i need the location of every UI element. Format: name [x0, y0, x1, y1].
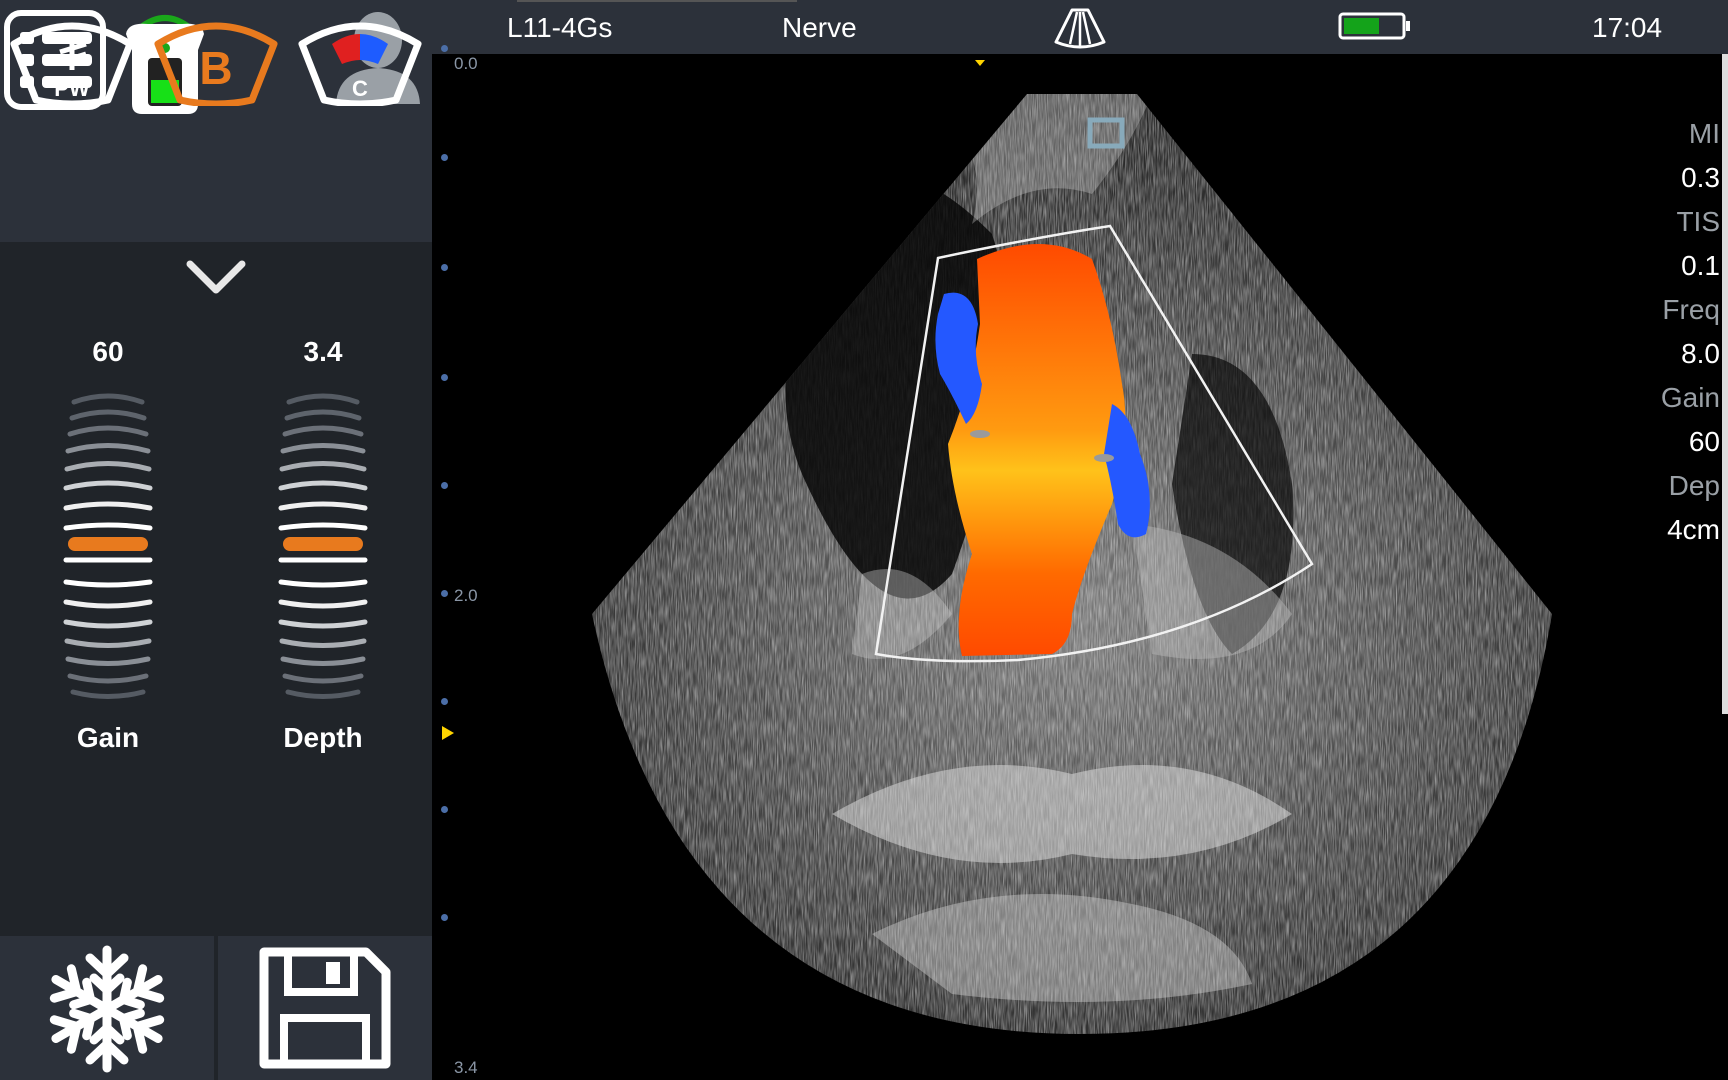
right-edge-scrollbar[interactable]	[1722, 54, 1728, 714]
b-mode-label: B	[199, 42, 232, 94]
status-bar-indicator	[517, 0, 797, 2]
top-status-bar: L11-4Gs Nerve 17:04	[432, 0, 1728, 54]
bottom-divider	[214, 936, 218, 1080]
param-value-tis: 0.1	[1681, 250, 1720, 281]
b-mode-button[interactable]: B	[154, 14, 278, 106]
battery-icon	[1338, 12, 1412, 40]
depth-tick	[441, 45, 448, 52]
depth-label: Depth	[283, 722, 363, 753]
depth-tick	[441, 698, 448, 705]
depth-tick	[441, 154, 448, 161]
param-key-gain: Gain	[1660, 382, 1720, 413]
freeze-snowflake-icon[interactable]	[42, 944, 172, 1074]
depth-tick	[441, 374, 448, 381]
param-key-freq: Freq	[1662, 294, 1720, 325]
left-control-panel: PW B C 60 Gain 3.4 Depth	[0, 0, 432, 1080]
param-key-tis: TIS	[1676, 206, 1720, 237]
imaging-mode-row	[0, 118, 432, 242]
depth-scale-bottom: 3.4	[454, 1058, 478, 1077]
depth-slider[interactable]: 3.4 Depth	[263, 336, 383, 766]
exam-preset-label[interactable]: Nerve	[782, 12, 857, 44]
sector-probe-icon[interactable]	[1052, 6, 1108, 50]
gain-value: 60	[92, 336, 124, 367]
param-key-depth: Dep	[1668, 470, 1720, 501]
acoustic-parameters: MI 0.3 TIS 0.1 Freq 8.0 Gain 60 Dep 4cm	[1580, 112, 1720, 552]
focal-zone-marker[interactable]	[442, 726, 454, 740]
depth-scale-mid: 2.0	[454, 586, 478, 605]
param-value-gain: 60	[1688, 426, 1720, 457]
param-value-depth: 4cm	[1667, 514, 1720, 545]
gain-label: Gain	[76, 722, 140, 753]
color-mode-button[interactable]: C	[298, 14, 422, 106]
depth-tick	[441, 806, 448, 813]
gain-slider[interactable]: 60 Gain	[48, 336, 168, 766]
save-floppy-icon[interactable]	[258, 946, 392, 1070]
pw-mode-button[interactable]: PW	[10, 14, 134, 106]
depth-tick	[441, 264, 448, 271]
param-key-mi: MI	[1688, 118, 1720, 149]
pw-mode-label: PW	[54, 76, 90, 101]
c-mode-label: C	[352, 76, 368, 101]
depth-tick	[441, 914, 448, 921]
focus-top-marker	[975, 60, 985, 66]
gain-slider-handle[interactable]	[68, 537, 148, 551]
clock-label: 17:04	[1592, 12, 1663, 43]
ultrasound-scan[interactable]	[432, 54, 1728, 1080]
probe-model-label[interactable]: L11-4Gs	[507, 12, 612, 44]
depth-tick	[441, 590, 448, 597]
param-value-freq: 8.0	[1681, 338, 1720, 369]
depth-slider-handle[interactable]	[283, 537, 363, 551]
gain-slider-track[interactable]	[48, 392, 168, 702]
param-value-mi: 0.3	[1681, 162, 1720, 193]
ultrasound-image-area[interactable]: 0.0 2.0 3.4 MI 0.3 TIS 0.1 Freq 8.0 Gain…	[432, 45, 1728, 1080]
depth-scale-top: 0.0	[454, 54, 478, 73]
depth-slider-track[interactable]	[263, 392, 383, 702]
chevron-down-icon[interactable]	[184, 258, 248, 298]
depth-value: 3.4	[303, 336, 343, 367]
depth-tick	[441, 482, 448, 489]
